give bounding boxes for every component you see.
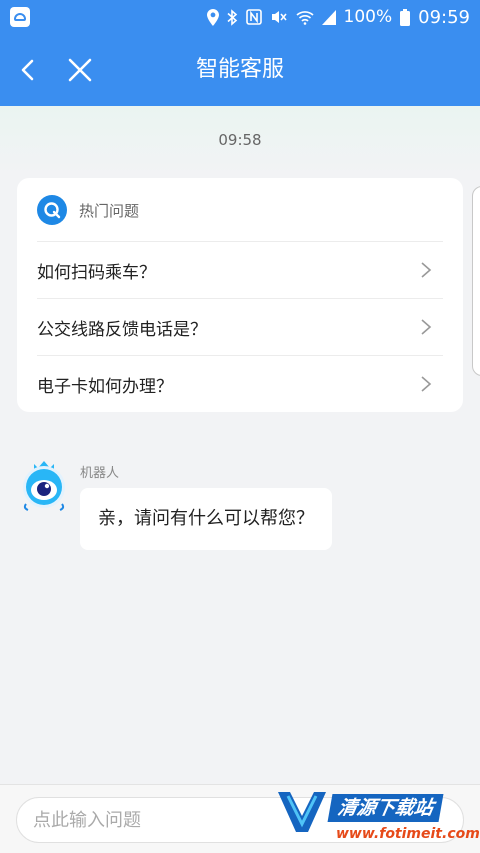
watermark: 清源下载站 www.fotimeit.com	[274, 788, 480, 850]
question-item[interactable]: 公交线路反馈电话是？	[37, 298, 443, 355]
chevron-right-icon	[421, 319, 432, 335]
question-text: 电子卡如何办理？	[37, 376, 173, 397]
question-list: 如何扫码乘车？ 公交线路反馈电话是？ 电子卡如何办理？	[37, 241, 443, 412]
status-time: 09:59	[418, 6, 470, 28]
watermark-logo-icon	[278, 792, 326, 832]
robot-avatar-icon	[23, 461, 65, 511]
location-icon	[206, 8, 219, 26]
bot-name: 机器人	[80, 466, 120, 481]
bluetooth-icon	[226, 8, 237, 26]
watermark-url: www.fotimeit.com	[336, 826, 480, 842]
app-header: 智能客服	[0, 34, 480, 106]
mute-icon	[271, 11, 287, 23]
question-text: 公交线路反馈电话是？	[37, 319, 207, 340]
chevron-right-icon	[421, 376, 432, 392]
chat-timestamp: 09:58	[218, 131, 262, 149]
chevron-left-icon	[21, 59, 34, 81]
hot-questions-card: 热门问题 如何扫码乘车？ 公交线路反馈电话是？ 电子卡如何办理？	[17, 178, 463, 412]
question-item[interactable]: 电子卡如何办理？	[37, 355, 443, 412]
question-item[interactable]: 如何扫码乘车？	[37, 241, 443, 298]
status-icons: 100% 09:59	[206, 6, 470, 28]
close-button[interactable]	[66, 56, 94, 84]
nfc-icon	[245, 9, 262, 25]
battery-percent: 100%	[343, 7, 393, 27]
side-panel-edge[interactable]	[472, 186, 480, 376]
question-text: 如何扫码乘车？	[37, 262, 156, 283]
hot-questions-icon	[37, 195, 67, 225]
bot-message-bubble: 亲，请问有什么可以帮您？	[80, 488, 332, 550]
hot-questions-title: 热门问题	[79, 201, 140, 220]
close-icon	[68, 58, 92, 82]
signal-icon	[321, 9, 336, 25]
wifi-icon	[295, 10, 314, 25]
status-bar: 100% 09:59	[0, 0, 480, 34]
back-button[interactable]	[14, 56, 42, 84]
app-icon	[10, 7, 30, 27]
hot-questions-header: 热门问题	[37, 194, 139, 226]
watermark-brand: 清源下载站	[327, 794, 444, 822]
battery-icon	[400, 8, 411, 26]
chevron-right-icon	[421, 262, 432, 278]
